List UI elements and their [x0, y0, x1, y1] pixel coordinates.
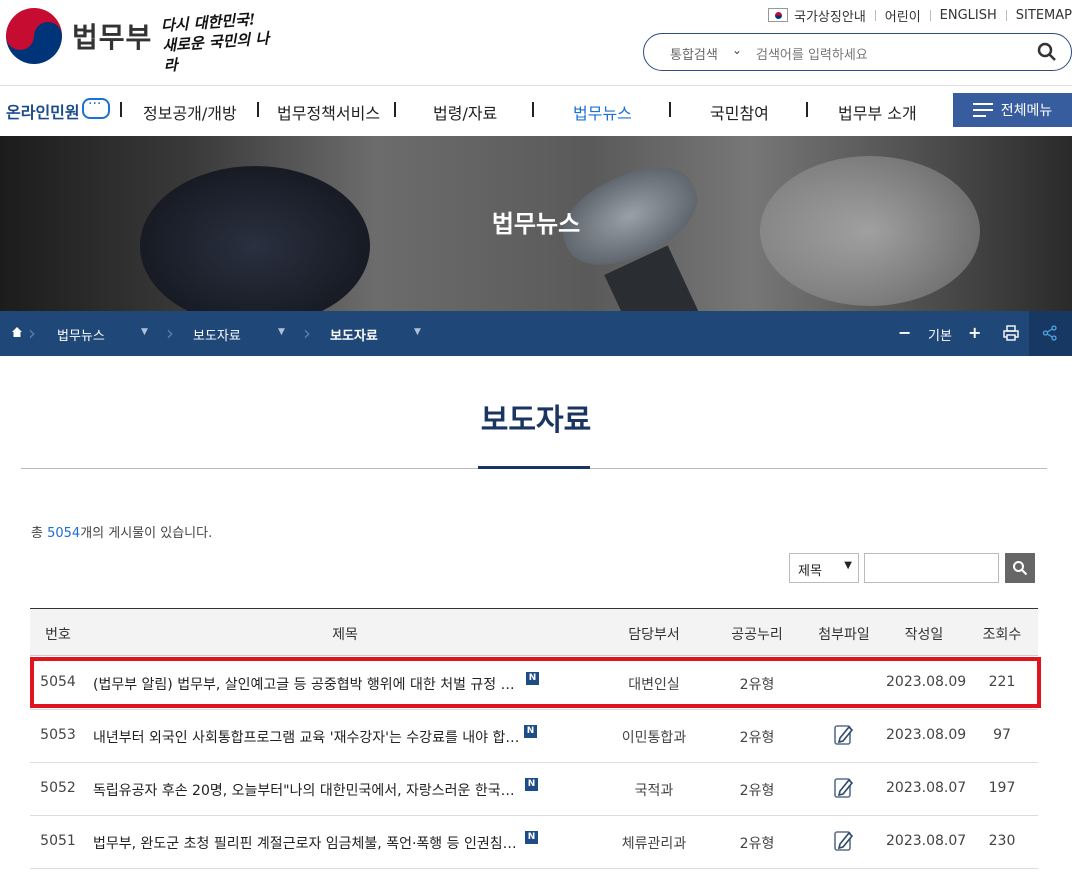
row-number: 5053: [40, 727, 76, 743]
all-menu-button[interactable]: 전체메뉴: [953, 93, 1072, 127]
table-row[interactable]: 5051 법무부, 완도군 초청 필리핀 계절근로자 임금체불, 폭언·폭행 등…: [30, 816, 1038, 869]
nav-policy-services[interactable]: 법무정책서비스: [277, 100, 380, 124]
search-icon: [1013, 561, 1028, 576]
chevron-down-icon: ▼: [844, 560, 852, 571]
brand-name[interactable]: 법무부: [72, 16, 152, 56]
util-link-sitemap[interactable]: SITEMAP: [1016, 8, 1072, 23]
row-date: 2023.08.07: [886, 833, 967, 849]
row-views: 230: [988, 833, 1016, 849]
new-badge: N: [525, 831, 538, 844]
print-icon[interactable]: [1003, 325, 1019, 341]
util-link-kids[interactable]: 어린이: [885, 6, 921, 25]
row-views: 197: [988, 780, 1016, 796]
attachment-file-icon[interactable]: [834, 829, 854, 851]
board-search-input[interactable]: [864, 553, 999, 583]
site-header: 법무부 다시 대한민국! 새로운 국민의 나라 국가상징안내 어린이 ENGLI…: [0, 0, 1072, 86]
table-row[interactable]: 5052 독립유공자 후손 20명, 오늘부터"나의 대한민국에서, 자랑스러운…: [30, 763, 1038, 816]
government-emblem-logo[interactable]: [6, 8, 62, 64]
share-icon: [1042, 325, 1057, 341]
breadcrumb-item-news[interactable]: 법무뉴스: [57, 325, 105, 344]
utility-links: 국가상징안내 어린이 ENGLISH SITEMAP: [768, 6, 1072, 25]
breadcrumb-item-press[interactable]: 보도자료: [193, 325, 241, 344]
nav-justice-news[interactable]: 법무뉴스: [573, 100, 632, 124]
page-title: 보도자료: [480, 403, 592, 438]
breadcrumb-item-current[interactable]: 보도자료: [330, 325, 378, 344]
row-number: 5052: [40, 780, 76, 796]
row-department: 이민통합과: [621, 730, 687, 746]
nav-laws-materials[interactable]: 법령/자료: [433, 100, 497, 124]
font-decrease-button[interactable]: −: [898, 323, 911, 342]
row-department: 국적과: [634, 783, 674, 799]
row-department: 체류관리과: [621, 836, 687, 852]
total-count-number: 5054: [47, 526, 81, 541]
util-link-english[interactable]: ENGLISH: [940, 8, 997, 23]
column-department: 담당부서: [628, 627, 680, 643]
attachment-file-icon[interactable]: [834, 723, 854, 745]
search-field-select[interactable]: 제목 ▼: [789, 553, 859, 583]
column-title: 제목: [332, 627, 358, 643]
home-icon[interactable]: [11, 326, 23, 338]
chevron-down-icon[interactable]: ▼: [278, 327, 285, 337]
row-kogl-type: 2유형: [739, 730, 775, 746]
util-link-national-symbols[interactable]: 국가상징안내: [794, 6, 866, 25]
breadcrumb: › 법무뉴스 ▼ › 보도자료 ▼ › 보도자료 ▼ − 기본 +: [0, 311, 1072, 356]
attachment-file-icon[interactable]: [834, 776, 854, 798]
column-views: 조회수: [982, 627, 1022, 643]
share-button[interactable]: [1029, 311, 1072, 356]
section-banner: 법무뉴스: [0, 136, 1072, 311]
column-kogl: 공공누리: [731, 627, 783, 643]
new-badge: N: [525, 778, 538, 791]
font-increase-button[interactable]: +: [968, 323, 981, 342]
integrated-search-box: 통합검색 ⌄ 검색어를 입력하세요: [643, 33, 1072, 71]
row-kogl-type: 2유형: [739, 783, 775, 799]
main-navigation: 온라인민원 정보공개/개방 법무정책서비스 법령/자료 법무뉴스 국민참여 법무…: [0, 86, 1072, 136]
banner-title: 법무뉴스: [491, 210, 581, 238]
row-title-link[interactable]: 법무부, 완도군 초청 필리핀 계절근로자 임금체불, 폭언·폭행 등 인권침해…: [93, 833, 519, 853]
nav-about-ministry[interactable]: 법무부 소개: [838, 100, 917, 124]
korea-flag-icon: [768, 8, 789, 22]
chat-bubble-icon: [82, 96, 110, 119]
menu-icon: [972, 103, 993, 117]
table-row[interactable]: 5053 내년부터 외국인 사회통합프로그램 교육 '재수강자'는 수강료를 내…: [30, 710, 1038, 763]
total-count: 총 5054개의 게시물이 있습니다.: [31, 526, 213, 541]
search-scope-select[interactable]: 통합검색: [670, 44, 718, 63]
row-kogl-type: 2유형: [739, 836, 775, 852]
column-attachment: 첨부파일: [818, 627, 870, 643]
column-number: 번호: [45, 627, 71, 643]
search-icon[interactable]: [1037, 42, 1057, 62]
slogan: 다시 대한민국! 새로운 국민의 나라: [160, 10, 270, 75]
row-title-link[interactable]: 내년부터 외국인 사회통합프로그램 교육 '재수강자'는 수강료를 내야 합니다: [93, 727, 523, 747]
row-date: 2023.08.07: [886, 780, 967, 796]
column-date: 작성일: [904, 627, 944, 643]
search-input[interactable]: 검색어를 입력하세요: [756, 44, 868, 63]
new-badge: N: [524, 725, 537, 738]
nav-info-disclosure[interactable]: 정보공개/개방: [143, 100, 237, 124]
row-title-link[interactable]: 독립유공자 후손 20명, 오늘부터"나의 대한민국에서, 자랑스러운 한국인"…: [93, 780, 519, 800]
table-header: 번호 제목 담당부서 공공누리 첨부파일 작성일 조회수: [30, 608, 1038, 656]
row-number: 5051: [40, 833, 76, 849]
nav-public-participation[interactable]: 국민참여: [710, 100, 769, 124]
font-size-label: 기본: [928, 329, 952, 344]
row-views: 97: [993, 727, 1011, 743]
chevron-down-icon[interactable]: ▼: [414, 327, 421, 337]
all-menu-label: 전체메뉴: [1000, 103, 1053, 119]
chevron-down-icon[interactable]: ▼: [141, 327, 148, 337]
row-highlight-outline: [30, 657, 1041, 708]
row-date: 2023.08.09: [886, 727, 967, 743]
nav-online-petition[interactable]: 온라인민원: [6, 99, 80, 123]
chevron-down-icon[interactable]: ⌄: [732, 43, 742, 57]
board-search-button[interactable]: [1005, 553, 1035, 583]
